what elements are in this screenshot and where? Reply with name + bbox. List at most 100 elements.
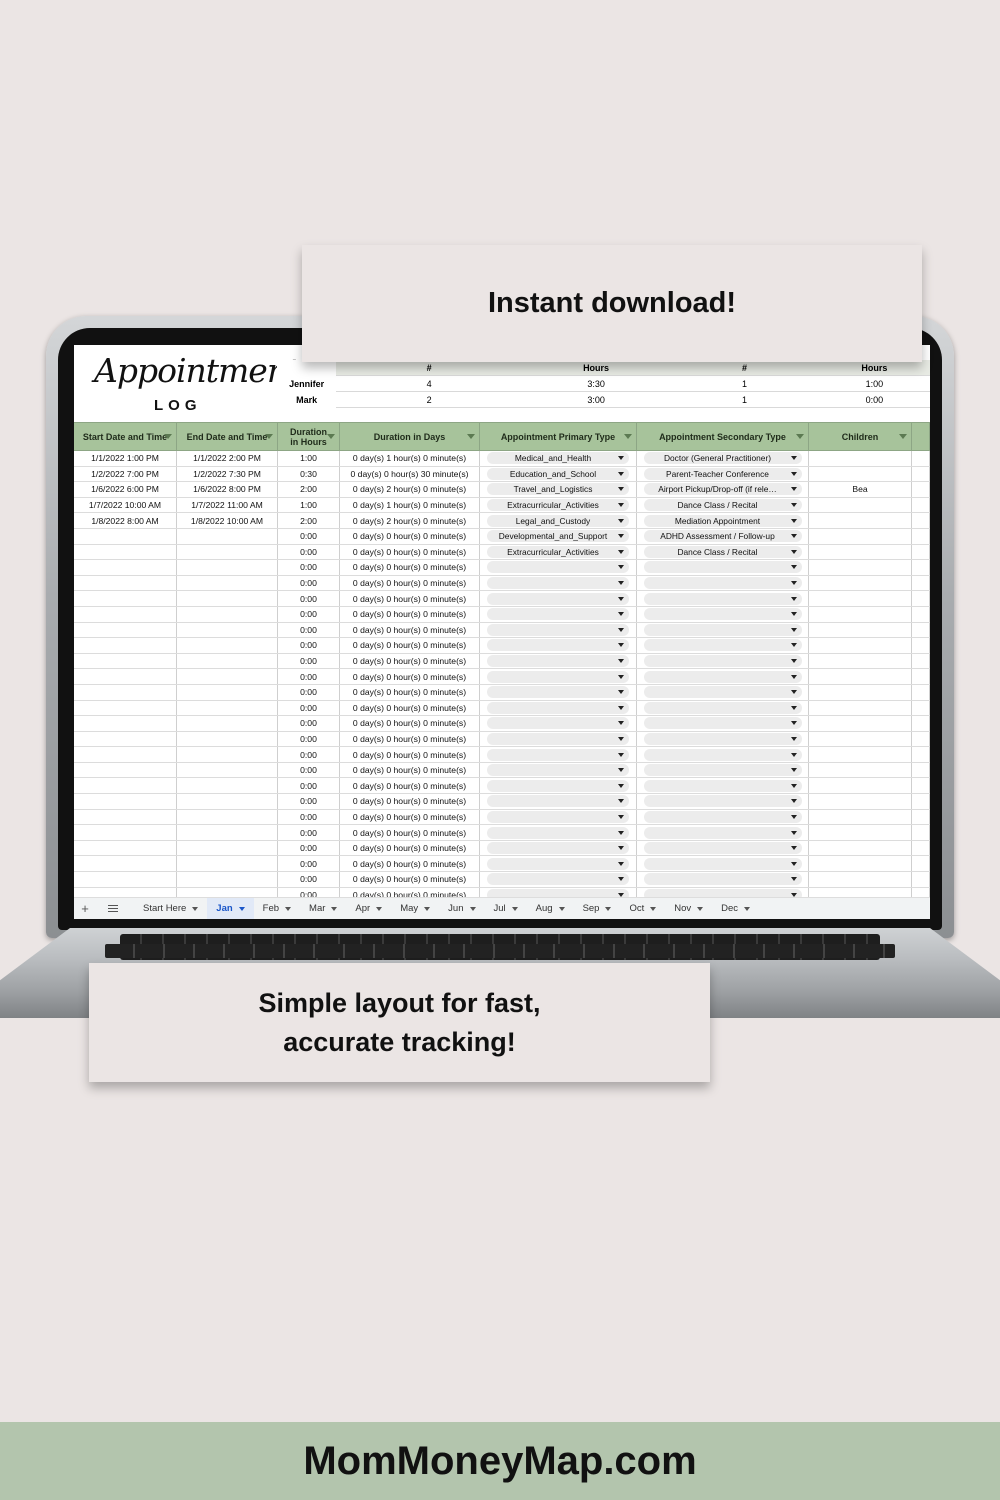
primary-type-dropdown[interactable] <box>480 856 637 872</box>
secondary-type-dropdown[interactable] <box>637 778 809 794</box>
table-cell[interactable]: 0:00 <box>278 622 340 638</box>
chevron-down-icon[interactable] <box>238 906 245 911</box>
filter-icon[interactable] <box>327 434 335 439</box>
dropdown-chip[interactable] <box>643 764 802 777</box>
table-cell[interactable] <box>74 560 177 575</box>
dropdown-arrow-icon[interactable] <box>790 565 797 570</box>
dropdown-arrow-icon[interactable] <box>618 534 624 539</box>
secondary-type-dropdown[interactable]: Dance Class / Recital <box>637 544 809 560</box>
dropdown-arrow-icon[interactable] <box>790 612 797 617</box>
all-sheets-menu-icon[interactable] <box>104 904 126 913</box>
table-cell[interactable]: 0:00 <box>278 684 340 700</box>
table-cell[interactable]: 0:00 <box>278 716 340 731</box>
dropdown-arrow-icon[interactable] <box>790 581 797 586</box>
dropdown-chip[interactable] <box>487 639 629 652</box>
dropdown-chip[interactable] <box>643 842 802 855</box>
chevron-down-icon[interactable] <box>558 906 565 911</box>
table-cell[interactable] <box>74 794 177 809</box>
dropdown-chip[interactable] <box>487 717 629 730</box>
table-cell[interactable] <box>177 638 278 653</box>
table-cell[interactable] <box>177 731 278 747</box>
table-cell[interactable] <box>74 872 177 887</box>
secondary-type-dropdown[interactable]: Parent-Teacher Conference <box>637 466 809 482</box>
secondary-type-dropdown[interactable]: Doctor (General Practitioner) <box>637 451 809 466</box>
sheet-tab[interactable]: Jun <box>439 898 484 920</box>
table-cell[interactable] <box>809 451 912 466</box>
table-cell[interactable] <box>177 575 278 591</box>
table-cell[interactable]: 0 day(s) 0 hour(s) 0 minute(s) <box>340 825 480 840</box>
dropdown-arrow-icon[interactable] <box>618 846 624 851</box>
table-cell[interactable] <box>74 591 177 606</box>
summary-cell[interactable]: 1 <box>670 379 818 389</box>
primary-type-dropdown[interactable] <box>480 809 637 825</box>
primary-type-dropdown[interactable] <box>480 840 637 856</box>
table-cell[interactable]: 0:00 <box>278 872 340 887</box>
primary-type-dropdown[interactable] <box>480 575 637 591</box>
table-cell[interactable]: 0 day(s) 0 hour(s) 0 minute(s) <box>340 747 480 762</box>
chevron-down-icon[interactable] <box>424 906 431 911</box>
table-cell[interactable] <box>809 872 912 887</box>
table-cell[interactable] <box>74 638 177 653</box>
dropdown-arrow-icon[interactable] <box>790 549 797 554</box>
dropdown-arrow-icon[interactable] <box>790 659 797 664</box>
primary-type-dropdown[interactable]: Extracurricular_Activities <box>480 497 637 513</box>
primary-type-dropdown[interactable] <box>480 716 637 731</box>
table-cell[interactable] <box>74 669 177 684</box>
dropdown-chip[interactable] <box>487 873 629 886</box>
sheet-tab[interactable]: Jul <box>485 898 527 920</box>
table-cell[interactable] <box>809 575 912 591</box>
dropdown-chip[interactable] <box>643 779 802 792</box>
table-cell[interactable] <box>809 606 912 622</box>
dropdown-chip[interactable]: Parent-Teacher Conference <box>643 467 802 480</box>
dropdown-arrow-icon[interactable] <box>618 861 624 866</box>
table-cell[interactable]: 0:00 <box>278 669 340 684</box>
chevron-down-icon[interactable] <box>650 906 657 911</box>
dropdown-chip[interactable] <box>643 608 802 621</box>
dropdown-arrow-icon[interactable] <box>790 830 797 835</box>
secondary-type-dropdown[interactable] <box>637 560 809 575</box>
dropdown-chip[interactable]: ADHD Assessment / Follow-up <box>643 530 802 543</box>
table-cell[interactable] <box>74 747 177 762</box>
dropdown-arrow-icon[interactable] <box>790 799 797 804</box>
dropdown-chip[interactable] <box>643 655 802 668</box>
primary-type-dropdown[interactable] <box>480 653 637 669</box>
summary-cell[interactable]: 2 <box>336 395 522 405</box>
chevron-down-icon[interactable] <box>469 906 476 911</box>
table-cell[interactable]: 0 day(s) 0 hour(s) 0 minute(s) <box>340 638 480 653</box>
table-cell[interactable] <box>809 638 912 653</box>
primary-type-dropdown[interactable] <box>480 684 637 700</box>
dropdown-chip[interactable] <box>643 623 802 636</box>
dropdown-chip[interactable] <box>643 857 802 870</box>
table-cell[interactable] <box>177 653 278 669</box>
dropdown-arrow-icon[interactable] <box>618 736 624 741</box>
table-cell[interactable] <box>74 731 177 747</box>
table-cell[interactable] <box>74 825 177 840</box>
table-cell[interactable] <box>74 716 177 731</box>
table-cell[interactable]: 0 day(s) 0 hour(s) 0 minute(s) <box>340 622 480 638</box>
table-cell[interactable]: 1/2/2022 7:00 PM <box>74 466 177 482</box>
table-cell[interactable] <box>177 669 278 684</box>
table-cell[interactable] <box>74 778 177 794</box>
table-cell[interactable] <box>809 794 912 809</box>
filter-icon[interactable] <box>796 434 804 439</box>
table-cell[interactable]: 1/8/2022 8:00 AM <box>74 513 177 528</box>
table-cell[interactable] <box>177 762 278 778</box>
secondary-type-dropdown[interactable]: Airport Pickup/Drop-off (if rele… <box>637 482 809 497</box>
table-cell[interactable] <box>74 653 177 669</box>
summary-cell[interactable]: 1:00 <box>819 379 930 389</box>
table-cell[interactable]: 0 day(s) 0 hour(s) 0 minute(s) <box>340 575 480 591</box>
primary-type-dropdown[interactable] <box>480 591 637 606</box>
dropdown-chip[interactable] <box>487 701 629 714</box>
table-cell[interactable]: 0:00 <box>278 778 340 794</box>
dropdown-chip[interactable]: Developmental_and_Support <box>487 530 629 543</box>
table-cell[interactable]: 0:00 <box>278 762 340 778</box>
sheet-tab[interactable]: Feb <box>254 898 300 920</box>
dropdown-chip[interactable] <box>487 795 629 808</box>
table-cell[interactable] <box>809 669 912 684</box>
dropdown-arrow-icon[interactable] <box>618 783 624 788</box>
secondary-type-dropdown[interactable] <box>637 872 809 887</box>
primary-type-dropdown[interactable]: Extracurricular_Activities <box>480 544 637 560</box>
dropdown-arrow-icon[interactable] <box>618 627 624 632</box>
table-cell[interactable] <box>177 778 278 794</box>
primary-type-dropdown[interactable]: Education_and_School <box>480 466 637 482</box>
